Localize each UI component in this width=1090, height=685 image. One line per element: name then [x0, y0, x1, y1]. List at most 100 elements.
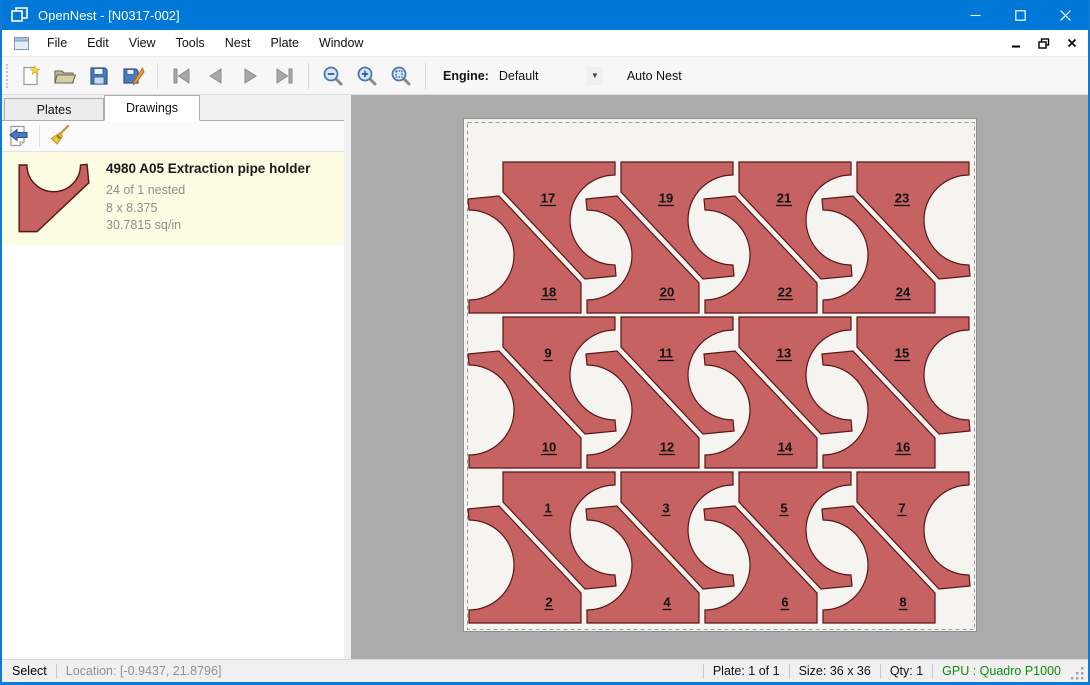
drawings-panel: Plates Drawings [2, 95, 344, 659]
zoom-fit-button[interactable] [386, 61, 416, 91]
mdi-child-icon[interactable] [14, 37, 29, 50]
part-number-4: 4 [663, 595, 671, 610]
next-plate-button[interactable] [235, 61, 265, 91]
menu-plate[interactable]: Plate [260, 30, 309, 56]
part-number-12: 12 [660, 440, 674, 455]
mdi-close-icon [1067, 38, 1077, 48]
part-number-3: 3 [662, 501, 669, 516]
part-number-24: 24 [896, 285, 911, 300]
part-number-23: 23 [895, 191, 909, 206]
status-separator [880, 664, 881, 679]
menu-tools[interactable]: Tools [166, 30, 215, 56]
drawing-title: 4980 A05 Extraction pipe holder [106, 161, 310, 176]
save-button[interactable] [84, 61, 114, 91]
status-mode: Select [12, 664, 47, 678]
mdi-minimize-button[interactable] [1004, 32, 1028, 54]
part-number-8: 8 [899, 595, 906, 610]
menu-bar: File Edit View Tools Nest Plate Window [2, 30, 1088, 57]
minimize-button[interactable] [953, 0, 998, 30]
first-plate-button[interactable] [167, 61, 197, 91]
zoom-in-button[interactable] [352, 61, 382, 91]
part-number-15: 15 [895, 346, 909, 361]
open-folder-icon [53, 65, 77, 87]
part-number-13: 13 [777, 346, 791, 361]
save-edit-icon [122, 65, 145, 87]
part-number-17: 17 [541, 191, 555, 206]
drawing-dimensions: 8 x 8.375 [106, 200, 310, 218]
nest-canvas[interactable]: 171819202122232491011121314151612345678 [351, 95, 1088, 659]
broom-icon [48, 124, 72, 148]
app-window: OpenNest - [N0317-002] File Edit View To… [0, 0, 1090, 685]
resize-grip[interactable] [1071, 667, 1085, 681]
part-number-18: 18 [542, 285, 556, 300]
minimize-icon [970, 10, 981, 21]
status-separator [789, 664, 790, 679]
plate[interactable]: 171819202122232491011121314151612345678 [463, 118, 977, 632]
zoom-out-icon [322, 65, 344, 87]
nest-svg[interactable]: 171819202122232491011121314151612345678 [464, 119, 978, 633]
chevron-down-icon[interactable]: ▼ [587, 67, 603, 85]
zoom-in-icon [356, 65, 378, 87]
title-bar: OpenNest - [N0317-002] [2, 0, 1088, 30]
toolbar-grip[interactable] [6, 64, 9, 88]
save-icon [88, 65, 110, 87]
status-qty: Qty: 1 [890, 664, 923, 678]
main-toolbar: Engine: Default ▼ Auto Nest [2, 57, 1088, 95]
menu-view[interactable]: View [119, 30, 166, 56]
status-bar: Select Location: [-0.9437, 21.8796] Plat… [2, 659, 1088, 682]
status-separator [56, 664, 57, 679]
zoom-fit-icon [390, 65, 412, 87]
go-last-icon [273, 67, 295, 85]
clear-drawings-button[interactable] [43, 122, 77, 150]
part-number-22: 22 [778, 285, 792, 300]
mdi-minimize-icon [1011, 38, 1021, 48]
previous-plate-button[interactable] [201, 61, 231, 91]
mdi-restore-button[interactable] [1032, 32, 1056, 54]
part-number-7: 7 [898, 501, 905, 516]
toolbar-separator [308, 63, 309, 89]
tab-plates[interactable]: Plates [4, 98, 104, 120]
part-number-5: 5 [780, 501, 787, 516]
panel-splitter[interactable] [344, 95, 351, 659]
panel-tabstrip: Plates Drawings [2, 95, 344, 121]
engine-combobox[interactable]: Default ▼ [495, 66, 603, 86]
part-number-9: 9 [544, 346, 551, 361]
send-to-plates-button[interactable] [2, 122, 36, 150]
go-next-icon [240, 67, 260, 85]
drawings-toolbar [2, 121, 344, 152]
status-size: Size: 36 x 36 [799, 664, 871, 678]
menu-nest[interactable]: Nest [215, 30, 261, 56]
maximize-icon [1015, 10, 1026, 21]
go-previous-icon [206, 67, 226, 85]
open-file-button[interactable] [50, 61, 80, 91]
last-plate-button[interactable] [269, 61, 299, 91]
new-file-icon [20, 65, 42, 87]
drawing-nested-count: 24 of 1 nested [106, 182, 310, 200]
nested-parts: 171819202122232491011121314151612345678 [468, 162, 970, 623]
zoom-out-button[interactable] [318, 61, 348, 91]
menu-file[interactable]: File [37, 30, 77, 56]
mdi-close-button[interactable] [1060, 32, 1084, 54]
part-number-10: 10 [542, 440, 556, 455]
window-title: OpenNest - [N0317-002] [38, 8, 180, 23]
menu-edit[interactable]: Edit [77, 30, 119, 56]
part-number-19: 19 [659, 191, 673, 206]
drawing-list-item[interactable]: 4980 A05 Extraction pipe holder 24 of 1 … [2, 152, 344, 245]
part-number-2: 2 [545, 595, 552, 610]
part-number-16: 16 [896, 440, 910, 455]
app-icon [11, 7, 29, 23]
maximize-button[interactable] [998, 0, 1043, 30]
engine-value: Default [495, 66, 587, 86]
close-button[interactable] [1043, 0, 1088, 30]
toolbar-separator [157, 63, 158, 89]
status-separator [932, 664, 933, 679]
tab-drawings[interactable]: Drawings [104, 95, 200, 121]
part-number-6: 6 [781, 595, 788, 610]
part-number-20: 20 [660, 285, 674, 300]
auto-nest-button[interactable]: Auto Nest [621, 65, 688, 87]
menu-window[interactable]: Window [309, 30, 373, 56]
go-first-icon [171, 67, 193, 85]
save-as-button[interactable] [118, 61, 148, 91]
drawing-area: 30.7815 sq/in [106, 217, 310, 235]
new-file-button[interactable] [16, 61, 46, 91]
